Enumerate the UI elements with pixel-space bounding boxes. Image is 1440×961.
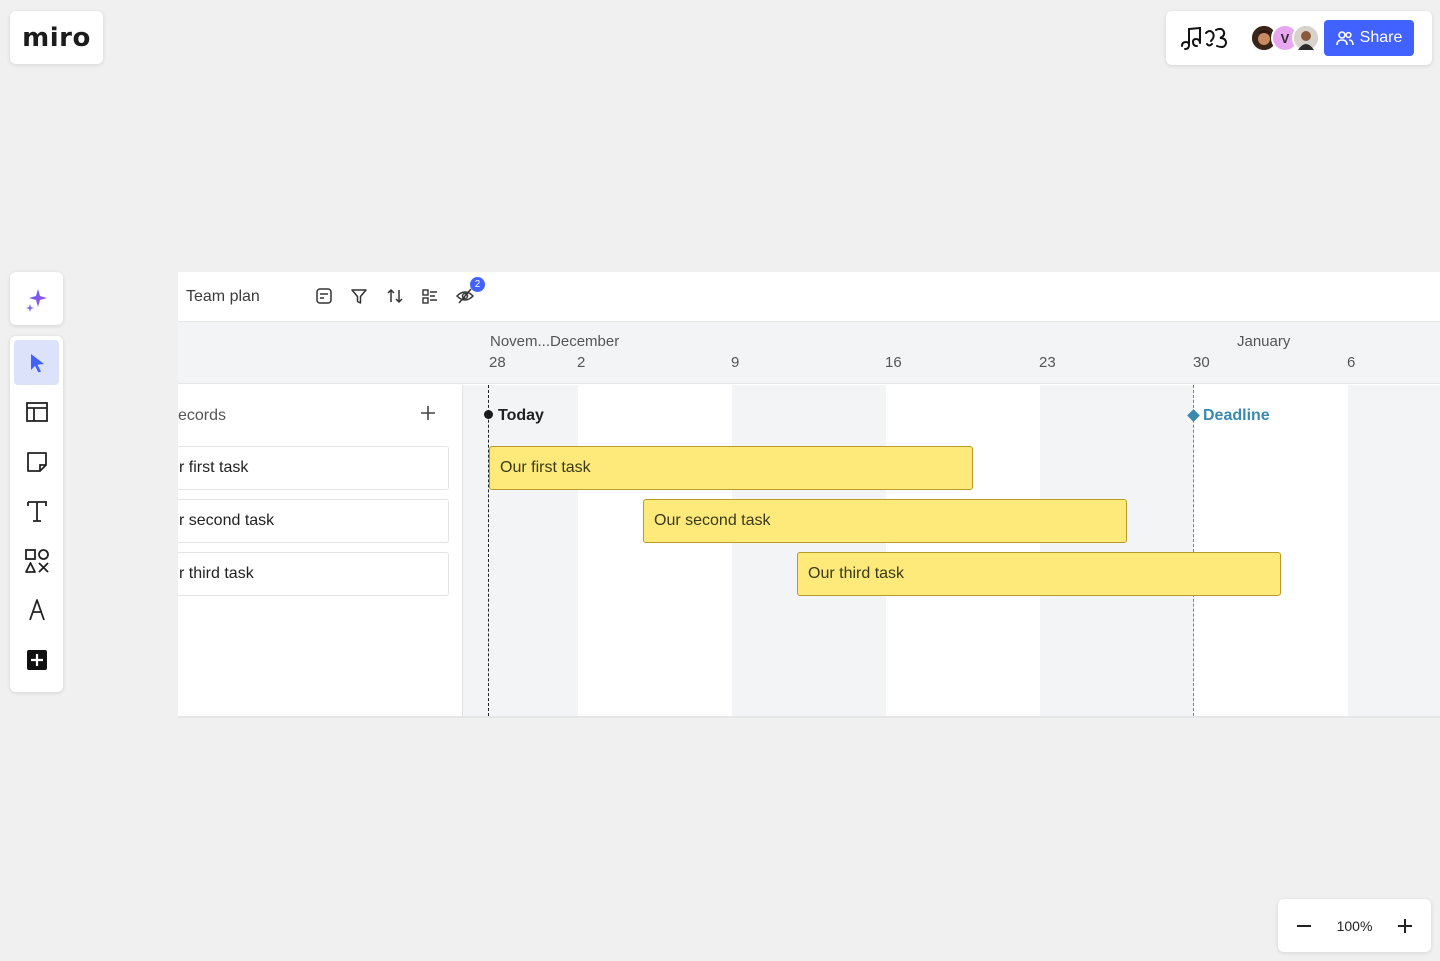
record-label: r first task [179,459,249,476]
week-column [463,385,578,716]
timeline-header: Novem...December January 28 2 9 16 23 30… [178,321,1440,384]
reactions-icon[interactable] [1178,23,1234,53]
task-label: Our third task [808,565,905,582]
pen-tool[interactable] [14,588,59,633]
more-tools[interactable] [14,638,59,683]
task-bar[interactable]: Our first task [489,446,973,490]
zoom-out-button[interactable] [1290,912,1318,940]
day-label: 9 [731,354,740,371]
filter-icon[interactable] [349,286,369,306]
miro-logo[interactable]: miro [10,11,103,64]
collaborator-avatars: V [1250,24,1320,52]
sticky-note-icon [26,451,47,472]
month-label: Novem...December [490,333,620,350]
week-column [1348,385,1440,716]
minus-icon [1297,924,1311,927]
timeline-body: ecords r first task r second task r thir… [178,385,1440,716]
record-item[interactable]: r third task [178,552,449,596]
pen-icon [28,599,45,621]
sticky-note-tool[interactable] [14,439,59,484]
day-label: 2 [577,354,586,371]
day-label: 28 [489,354,506,371]
deadline-marker-line [1193,385,1194,716]
timeline-grid: Today Deadline Our first task Our second… [463,385,1440,716]
logo-text: miro [22,22,91,53]
sparkle-icon [25,288,47,312]
records-panel: ecords r first task r second task r thir… [178,385,463,716]
today-marker-line [488,385,489,716]
day-label: 16 [885,354,902,371]
zoom-level[interactable]: 100% [1337,918,1373,934]
zoom-in-button[interactable] [1391,912,1419,940]
cursor-icon [30,353,44,372]
collaboration-bar: V Share [1166,11,1432,65]
share-label: Share [1359,29,1403,46]
record-label: r third task [179,565,254,582]
task-bar[interactable]: Our third task [797,552,1281,596]
sort-icon[interactable] [385,286,405,306]
card-view-icon[interactable] [314,286,334,306]
text-icon [26,501,47,523]
avatar[interactable] [1292,24,1320,52]
plus-square-icon [26,650,47,671]
left-toolbar [10,336,63,692]
today-label: Today [498,407,544,424]
day-label: 30 [1193,354,1210,371]
plus-icon [421,406,435,420]
layout-icon [25,402,48,422]
zoom-controls: 100% [1278,899,1431,952]
shapes-icon [24,548,49,573]
text-tool[interactable] [14,489,59,534]
week-column [732,385,886,716]
month-label: January [1237,333,1291,350]
add-record-button[interactable] [418,403,438,423]
week-column [1040,385,1194,716]
day-label: 23 [1039,354,1056,371]
task-bar[interactable]: Our second task [643,499,1127,543]
templates-tool[interactable] [14,390,59,435]
group-icon[interactable] [420,286,440,306]
frame-header: Team plan 2 [178,272,1440,321]
today-dot [484,410,493,419]
people-icon [1335,31,1354,46]
timeline-frame[interactable]: Team plan 2 Novem...December January 28 … [178,272,1440,718]
records-label: ecords [178,407,227,424]
deadline-label[interactable]: Deadline [1203,407,1270,425]
hidden-count-badge: 2 [470,277,485,292]
record-item[interactable]: r second task [178,499,449,543]
plus-icon [1398,918,1412,933]
task-label: Our first task [500,459,591,476]
shapes-tool[interactable] [14,538,59,583]
record-item[interactable]: r first task [178,446,449,490]
select-tool[interactable] [14,340,59,385]
frame-title[interactable]: Team plan [186,288,260,306]
task-label: Our second task [654,512,771,529]
day-label: 6 [1347,354,1356,371]
record-label: r second task [179,512,275,529]
share-button[interactable]: Share [1324,20,1414,56]
ai-assist-button[interactable] [10,272,63,325]
